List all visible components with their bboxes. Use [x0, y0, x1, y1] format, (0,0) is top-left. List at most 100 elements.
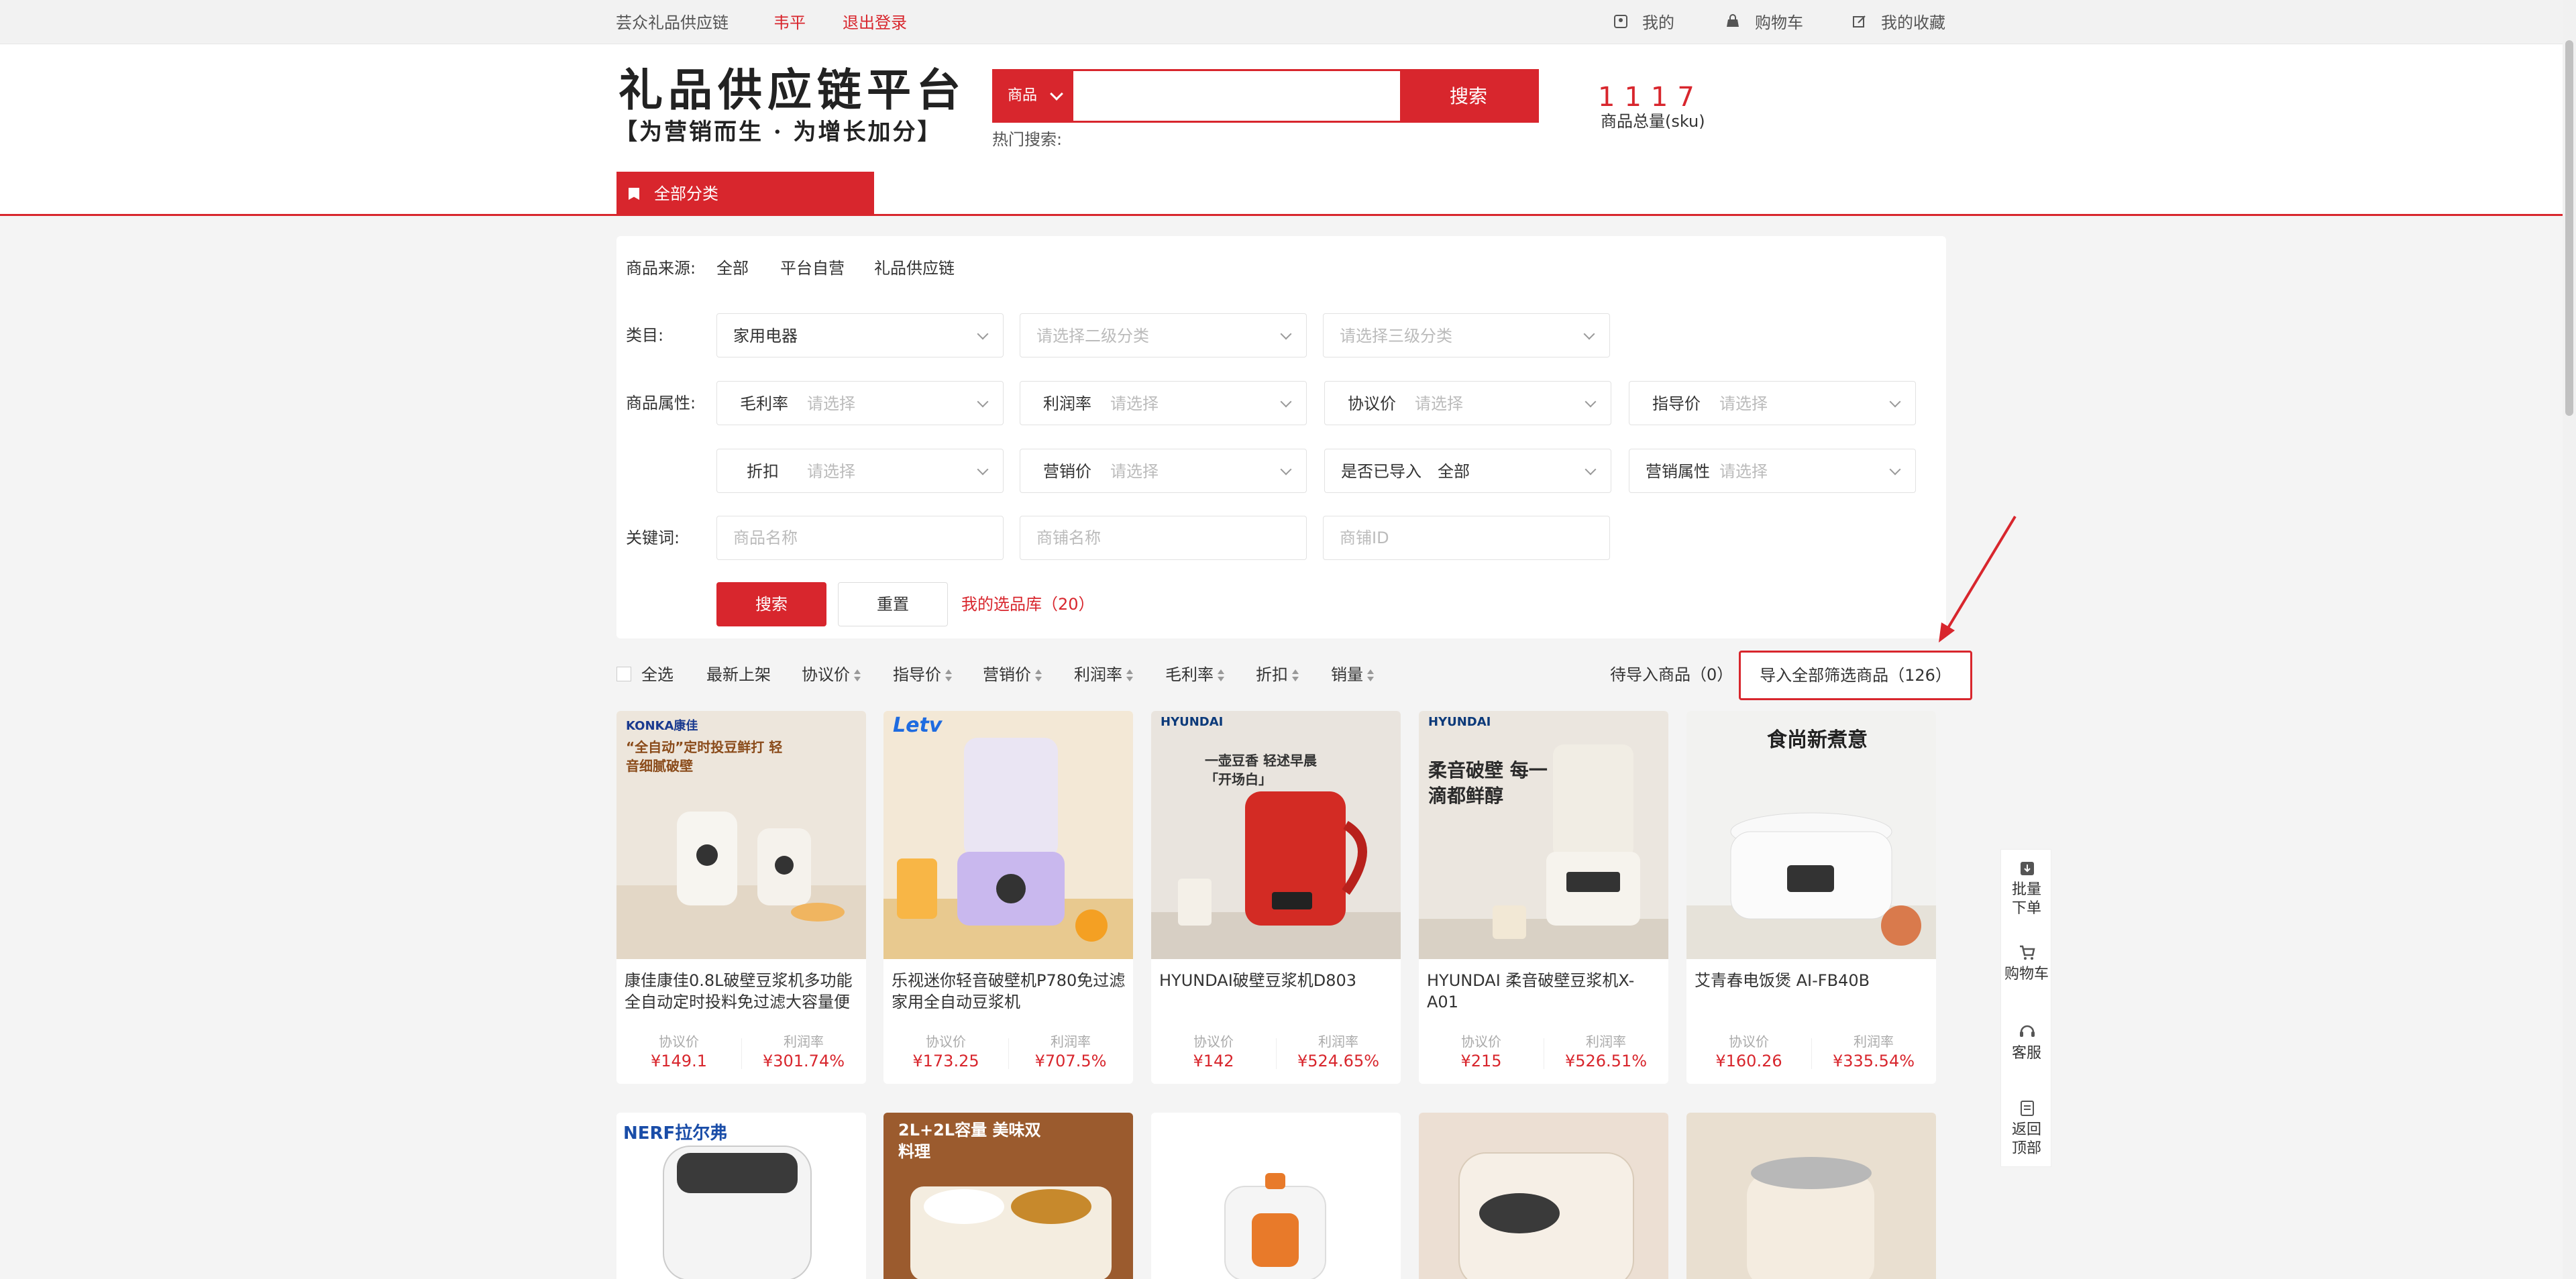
sort-newest[interactable]: 最新上架	[706, 664, 771, 685]
sort-sales-label: 销量	[1331, 665, 1363, 684]
customer-service-button[interactable]: 客服	[2001, 1044, 2052, 1063]
source-option-all[interactable]: 全部	[716, 258, 749, 279]
product-card[interactable]: Letv 乐视迷你轻音破壁机P780免过滤家用全自动豆浆机 协议价 利润率 ¥1…	[883, 711, 1133, 1084]
product-card[interactable]: 2L+2L容量 美味双料理	[883, 1113, 1133, 1279]
favorites-link[interactable]: 我的收藏	[1881, 12, 1945, 34]
product-title[interactable]: HYUNDAI 柔音破壁豆浆机X-A01	[1427, 970, 1662, 1013]
select-all-checkbox[interactable]	[616, 667, 631, 681]
product-image[interactable]	[1151, 711, 1401, 959]
profit-value: ¥524.65%	[1297, 1052, 1380, 1070]
keyword-label: 关键词:	[626, 529, 680, 547]
profit-value: ¥526.51%	[1564, 1052, 1648, 1070]
sku-count: 1117	[1598, 82, 1704, 113]
product-image[interactable]	[1419, 711, 1668, 959]
my-library-link[interactable]: 我的选品库（20）	[961, 594, 1095, 615]
batch-order-icon	[2021, 862, 2034, 875]
product-card[interactable]	[1151, 1113, 1401, 1279]
category-level3-select[interactable]: 请选择三级分类	[1323, 313, 1610, 357]
all-categories-button[interactable]: 全部分类	[616, 172, 874, 216]
batch-order-button[interactable]: 批量下单	[2001, 881, 2052, 918]
source-option-gift[interactable]: 礼品供应链	[874, 258, 955, 279]
chevron-down-icon	[1889, 396, 1901, 408]
username-link[interactable]: 韦平	[773, 12, 806, 34]
gross-margin-select[interactable]: 毛利率 请选择	[716, 381, 1004, 425]
product-card[interactable]: HYUNDAI 柔音破壁 每一滴都鲜醇 HYUNDAI 柔音破壁豆浆机X-A01…	[1419, 711, 1668, 1084]
product-title[interactable]: 乐视迷你轻音破壁机P780免过滤家用全自动豆浆机	[892, 970, 1126, 1013]
product-card[interactable]	[1419, 1113, 1668, 1279]
chevron-down-icon	[1050, 87, 1063, 101]
my-link[interactable]: 我的	[1642, 12, 1674, 34]
product-title[interactable]: HYUNDAI破壁豆浆机D803	[1159, 970, 1394, 1013]
imported-label: 是否已导入	[1341, 462, 1421, 481]
product-name-input[interactable]: 商品名称	[716, 516, 1004, 560]
sort-arrows-icon	[1292, 668, 1299, 683]
price-value: ¥160.26	[1715, 1052, 1782, 1070]
chevron-down-icon	[977, 396, 989, 408]
sort-gross-margin[interactable]: 毛利率	[1165, 664, 1224, 685]
chevron-down-icon	[1889, 463, 1901, 476]
image-caption: 一壶豆香 轻述早晨「开场白」	[1205, 753, 1317, 787]
brand-logo: KONKA康佳	[626, 719, 698, 733]
hot-search-label: 热门搜索:	[992, 130, 1063, 149]
sort-sales[interactable]: 销量	[1331, 664, 1374, 685]
search-category-select[interactable]: 商品	[994, 71, 1073, 121]
select-all-label[interactable]: 全选	[641, 664, 674, 685]
batch-order-label: 批量下单	[2011, 881, 2041, 917]
agreement-price-placeholder: 请选择	[1415, 394, 1463, 413]
product-image[interactable]	[883, 711, 1133, 959]
page-scrollbar[interactable]	[2563, 0, 2576, 1279]
imported-select[interactable]: 是否已导入 全部	[1324, 449, 1611, 493]
user-icon	[1614, 15, 1627, 28]
shop-name-input[interactable]: 商铺名称	[1020, 516, 1307, 560]
category-level2-select[interactable]: 请选择二级分类	[1020, 313, 1307, 357]
brand-logo: NERF拉尔弗	[623, 1123, 728, 1144]
side-cart-button[interactable]: 购物车	[2001, 965, 2052, 984]
pending-import-link[interactable]: 待导入商品（0）	[1610, 664, 1733, 685]
sort-guide-price[interactable]: 指导价	[893, 664, 952, 685]
customer-service-icon	[2020, 1025, 2035, 1037]
category-level3-placeholder: 请选择三级分类	[1340, 327, 1452, 345]
product-title[interactable]: 康佳康佳0.8L破壁豆浆机多功能全自动定时投料免过滤大容量便携...	[625, 970, 859, 1013]
product-image[interactable]	[1151, 1113, 1401, 1279]
marketing-price-label: 营销价	[1043, 462, 1091, 481]
product-image[interactable]	[1686, 1113, 1936, 1279]
product-card[interactable]: 食尚新煮意 艾青春电饭煲 AI-FB40B 协议价 利润率 ¥160.26 ¥3…	[1686, 711, 1936, 1084]
profit-rate-label: 利润率	[1043, 394, 1091, 413]
logout-link[interactable]: 退出登录	[843, 12, 907, 34]
search-button[interactable]: 搜索	[1400, 71, 1537, 121]
sort-marketing-price[interactable]: 营销价	[983, 664, 1042, 685]
discount-select[interactable]: 折扣 请选择	[716, 449, 1004, 493]
shop-id-input[interactable]: 商铺ID	[1323, 516, 1610, 560]
category-level1-select[interactable]: 家用电器	[716, 313, 1004, 357]
sort-arrows-icon	[1035, 668, 1042, 683]
profit-rate-select[interactable]: 利润率 请选择	[1020, 381, 1307, 425]
search-input[interactable]	[1073, 71, 1400, 121]
sort-agreement-price[interactable]: 协议价	[802, 664, 861, 685]
back-to-top-button[interactable]: 返回顶部	[2001, 1121, 2052, 1158]
price-value: ¥149.1	[651, 1052, 707, 1070]
source-option-self[interactable]: 平台自营	[780, 258, 845, 279]
filter-reset-button[interactable]: 重置	[838, 582, 948, 626]
sort-profit-rate[interactable]: 利润率	[1074, 664, 1133, 685]
site-name: 芸众礼品供应链	[616, 13, 729, 32]
logo-title[interactable]: 礼品供应链平台	[619, 63, 966, 117]
import-all-button[interactable]: 导入全部筛选商品（126）	[1739, 651, 1972, 700]
product-image[interactable]	[1419, 1113, 1668, 1279]
attr-label: 商品属性:	[626, 394, 696, 412]
sort-discount[interactable]: 折扣	[1256, 664, 1299, 685]
chevron-down-icon	[1280, 463, 1292, 476]
marketing-attr-select[interactable]: 营销属性 请选择	[1629, 449, 1916, 493]
product-card[interactable]: NERF拉尔弗	[616, 1113, 866, 1279]
profit-label: 利润率	[784, 1034, 824, 1050]
agreement-price-select[interactable]: 协议价 请选择	[1324, 381, 1611, 425]
product-card[interactable]: HYUNDAI 一壶豆香 轻述早晨「开场白」 HYUNDAI破壁豆浆机D803 …	[1151, 711, 1401, 1084]
product-title[interactable]: 艾青春电饭煲 AI-FB40B	[1695, 970, 1929, 1013]
scrollbar-thumb[interactable]	[2565, 40, 2573, 416]
cart-link[interactable]: 购物车	[1755, 12, 1803, 34]
guide-price-select[interactable]: 指导价 请选择	[1629, 381, 1916, 425]
marketing-price-select[interactable]: 营销价 请选择	[1020, 449, 1307, 493]
product-card[interactable]	[1686, 1113, 1936, 1279]
product-card[interactable]: KONKA康佳 “全自动”定时投豆鲜打 轻音细腻破壁 康佳康佳0.8L破壁豆浆机…	[616, 711, 866, 1084]
filter-search-button[interactable]: 搜索	[716, 582, 826, 626]
profit-value: ¥707.5%	[1034, 1052, 1107, 1070]
